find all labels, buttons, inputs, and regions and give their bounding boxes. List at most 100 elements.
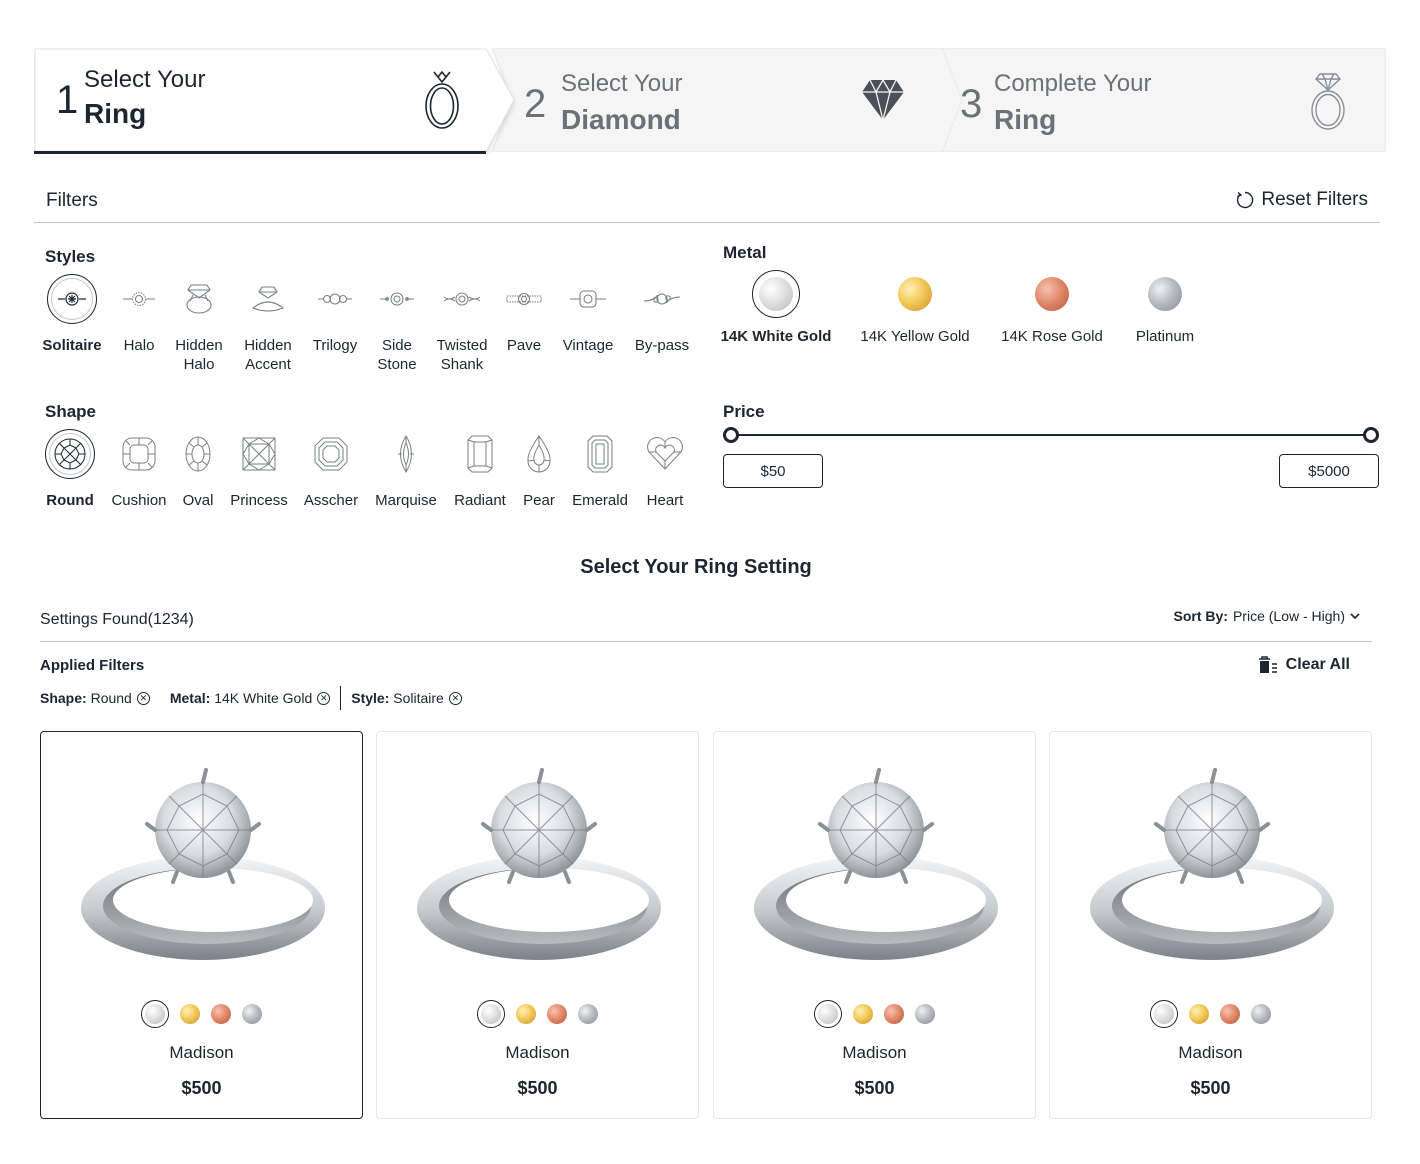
metal-option-14k-white-gold[interactable]: 14K White Gold <box>716 270 836 345</box>
style-option-by-pass[interactable]: By-pass <box>632 274 692 355</box>
ring-product-image <box>754 768 998 960</box>
style-option-pave[interactable]: Pave <box>504 274 544 355</box>
swatch-selected-ring[interactable] <box>477 1000 505 1028</box>
price-max-input[interactable]: $5000 <box>1279 454 1379 488</box>
shape-option-pear[interactable]: Pear <box>516 429 562 510</box>
remove-chip-icon[interactable]: ✕ <box>448 691 462 705</box>
shape-option-radiant[interactable]: Radiant <box>450 429 510 510</box>
price-slider-track[interactable] <box>731 434 1371 436</box>
shape-option-round[interactable]: Round <box>40 429 100 510</box>
settings-found-count: Settings Found(1234) <box>40 611 194 628</box>
yellow-gold-swatch[interactable] <box>180 1004 200 1024</box>
style-icon-wrapper <box>310 274 360 324</box>
shape-icon-wrapper <box>575 429 625 479</box>
style-option-side-stone[interactable]: Side Stone <box>374 274 420 374</box>
style-option-halo[interactable]: Halo <box>118 274 160 355</box>
step-select-diamond[interactable]: 2 Select Your Diamond <box>492 48 962 152</box>
shape-option-asscher[interactable]: Asscher <box>300 429 362 510</box>
product-card[interactable]: Madison $500 <box>1049 731 1372 1119</box>
chip-key: Style: <box>351 690 390 706</box>
shape-option-oval[interactable]: Oval <box>176 429 220 510</box>
diamond-ring-icon <box>1311 73 1345 130</box>
platinum-swatch[interactable] <box>1251 1004 1271 1024</box>
ring-icon <box>425 70 459 129</box>
style-label: Side Stone <box>377 337 417 373</box>
product-card[interactable]: Madison $500 <box>40 731 363 1119</box>
platinum-swatch[interactable] <box>242 1004 262 1024</box>
style-label: Trilogy <box>312 337 358 354</box>
style-option-hidden-halo[interactable]: Hidden Halo <box>173 274 225 374</box>
chip-divider <box>340 686 342 710</box>
platinum-swatch[interactable] <box>578 1004 598 1024</box>
style-option-hidden-accent[interactable]: Hidden Accent <box>240 274 296 374</box>
step-2-line2: Diamond <box>561 104 681 135</box>
clear-all-button[interactable]: Clear All <box>1258 656 1350 674</box>
shape-option-cushion[interactable]: Cushion <box>110 429 168 510</box>
price-min-input[interactable]: $50 <box>723 454 823 488</box>
shape-option-princess[interactable]: Princess <box>228 429 290 510</box>
sort-dropdown[interactable]: Sort By: Price (Low - High) <box>1174 608 1360 624</box>
price-max-handle[interactable] <box>1363 427 1379 443</box>
shape-label-text: Asscher <box>303 492 359 509</box>
shape-icon-wrapper <box>45 429 95 479</box>
step-1-line2: Ring <box>84 98 147 129</box>
shape-option-heart[interactable]: Heart <box>640 429 690 510</box>
chip-value: Solitaire <box>393 690 444 706</box>
shape-option-emerald[interactable]: Emerald <box>568 429 632 510</box>
platinum-swatch[interactable] <box>915 1004 935 1024</box>
platinum-swatch <box>1148 277 1182 311</box>
step-3-number: 3 <box>960 82 983 126</box>
yellow-gold-swatch[interactable] <box>516 1004 536 1024</box>
reset-filters-button[interactable]: Reset Filters <box>1235 189 1368 211</box>
shape-label-text: Oval <box>182 492 214 509</box>
style-icon-wrapper <box>437 274 487 324</box>
sort-value: Price (Low - High) <box>1232 608 1345 624</box>
white-gold-swatch <box>481 1004 501 1024</box>
style-label: Halo <box>123 337 155 354</box>
metal-swatch-ring <box>752 270 800 318</box>
trash-icon <box>1258 656 1277 673</box>
style-option-solitaire[interactable]: Solitaire <box>42 274 102 355</box>
style-option-trilogy[interactable]: Trilogy <box>308 274 362 355</box>
remove-chip-icon[interactable]: ✕ <box>136 691 150 705</box>
remove-chip-icon[interactable]: ✕ <box>317 691 331 705</box>
step-select-ring[interactable]: 1 Select Your Ring <box>34 48 516 154</box>
product-card[interactable]: Madison $500 <box>713 731 1036 1119</box>
product-card[interactable]: Madison $500 <box>376 731 699 1119</box>
metal-label-text: Platinum <box>1135 328 1195 345</box>
trilogy-ring-icon <box>318 293 352 305</box>
shape-icon-wrapper <box>514 429 564 479</box>
step-complete-ring[interactable]: 3 Complete Your Ring <box>920 48 1386 152</box>
halo-ring-icon <box>123 291 155 307</box>
metal-label-text: 14K Rose Gold <box>1001 328 1103 345</box>
rose-gold-swatch[interactable] <box>1220 1004 1240 1024</box>
step-2-number: 2 <box>524 82 547 126</box>
swatch-selected-ring[interactable] <box>814 1000 842 1028</box>
rose-gold-swatch[interactable] <box>547 1004 567 1024</box>
price-min-handle[interactable] <box>723 427 739 443</box>
reset-icon <box>1237 191 1254 209</box>
yellow-gold-swatch[interactable] <box>853 1004 873 1024</box>
swatch-selected-ring[interactable] <box>141 1000 169 1028</box>
style-option-vintage[interactable]: Vintage <box>560 274 616 355</box>
pear-diamond-icon <box>527 435 551 473</box>
oval-diamond-icon <box>185 436 211 472</box>
rose-gold-swatch[interactable] <box>211 1004 231 1024</box>
metal-option-14k-yellow-gold[interactable]: 14K Yellow Gold <box>855 270 975 345</box>
metal-option-14k-rose-gold[interactable]: 14K Rose Gold <box>992 270 1112 345</box>
filter-chip-style: Style: Solitaire ✕ <box>351 690 462 706</box>
style-option-twisted-shank[interactable]: Twisted Shank <box>434 274 490 374</box>
shape-option-marquise[interactable]: Marquise <box>372 429 440 510</box>
section-title: Select Your Ring Setting <box>580 556 812 578</box>
sort-label: Sort By: <box>1173 608 1228 624</box>
rose-gold-swatch[interactable] <box>884 1004 904 1024</box>
white-gold-swatch <box>759 277 793 311</box>
style-icon-wrapper <box>637 274 687 324</box>
style-icon-wrapper <box>499 274 549 324</box>
swatch-selected-ring[interactable] <box>1150 1000 1178 1028</box>
yellow-gold-swatch[interactable] <box>1189 1004 1209 1024</box>
product-name: Madison <box>842 1043 907 1062</box>
emerald-diamond-icon <box>587 435 613 473</box>
metal-option-platinum[interactable]: Platinum <box>1105 270 1225 345</box>
step-1-number: 1 <box>56 78 79 122</box>
